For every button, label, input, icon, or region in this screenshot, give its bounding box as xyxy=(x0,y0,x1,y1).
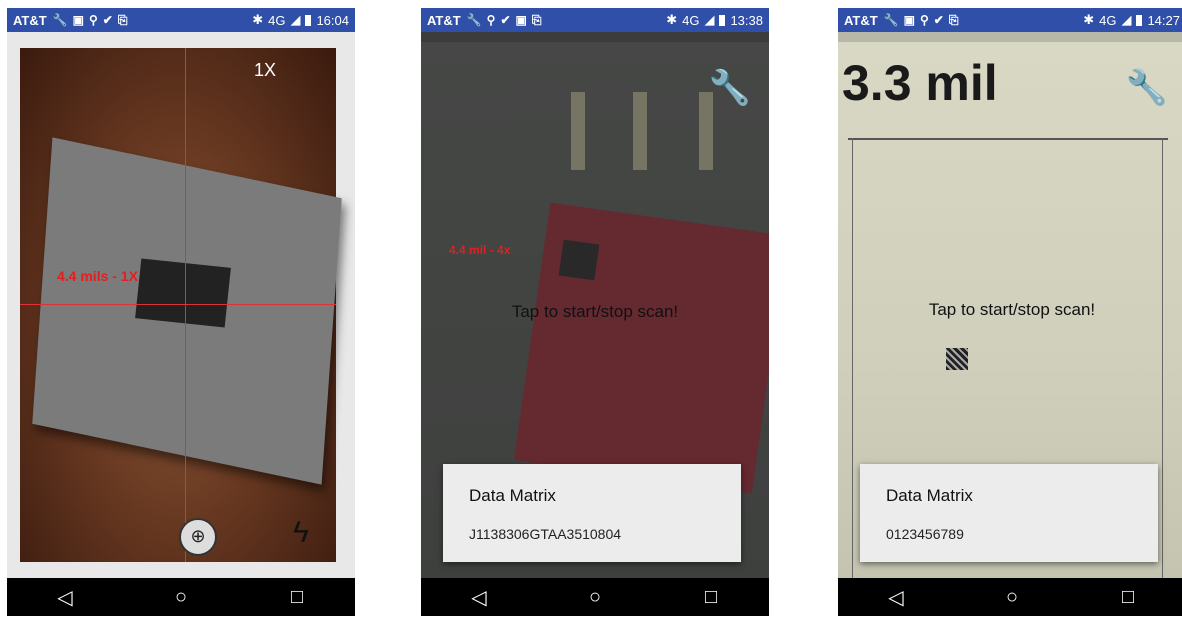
measurement-label: 4.4 mil - 4x xyxy=(449,243,511,257)
image-icon: ▣ xyxy=(903,12,915,27)
home-icon[interactable]: ○ xyxy=(565,586,625,609)
zoom-level-label: 1X xyxy=(254,60,277,80)
bluetooth-icon: ✱ xyxy=(1083,12,1095,27)
wrench-icon: 🔧 xyxy=(466,12,482,27)
ruler-line xyxy=(848,138,1168,140)
recent-apps-icon[interactable]: □ xyxy=(1098,586,1158,609)
status-bar: AT&T 🔧 ⚲ ✔ ▣ ⎘ ✱ 4G ◢ 13:38 xyxy=(421,8,769,32)
result-value: 0123456789 xyxy=(886,526,964,542)
phone-screen-3: AT&T 🔧 ▣ ⚲ ✔ ⎘ ✱ 4G ◢ 14:27 3.3 mil 🔧 Ta… xyxy=(838,8,1182,616)
settings-wrench-icon[interactable]: 🔧 xyxy=(1126,68,1168,108)
carrier-label: AT&T xyxy=(844,12,878,28)
crosshair-horizontal xyxy=(20,304,336,305)
signal-icon: ◢ xyxy=(704,12,715,27)
back-icon[interactable]: ◁ xyxy=(866,585,926,610)
carrier-label: AT&T xyxy=(13,12,47,28)
ruler-line xyxy=(852,138,853,578)
phone-screen-2: AT&T 🔧 ⚲ ✔ ▣ ⎘ ✱ 4G ◢ 13:38 🔧 4.4 mil - … xyxy=(421,8,769,616)
crosshair-vertical xyxy=(185,48,186,562)
wrench-icon: 🔧 xyxy=(52,12,68,27)
battery-icon xyxy=(719,14,726,26)
recent-apps-icon[interactable]: □ xyxy=(681,586,741,609)
clock: 13:38 xyxy=(730,12,763,28)
home-icon[interactable]: ○ xyxy=(982,586,1042,609)
result-type: Data Matrix xyxy=(469,486,556,505)
battery-icon xyxy=(1136,14,1143,26)
back-icon[interactable]: ◁ xyxy=(449,585,509,610)
clipboard-icon: ⎘ xyxy=(531,12,542,27)
check-circle-icon: ✔ xyxy=(933,12,944,27)
camera-screen[interactable]: 1X 4.4 mils - 1X ⊕ ϟ xyxy=(7,32,355,578)
check-circle-icon: ✔ xyxy=(102,12,113,27)
wrench-icon: 🔧 xyxy=(883,12,899,27)
clock: 14:27 xyxy=(1147,12,1180,28)
camera-screen[interactable]: 3.3 mil 🔧 Tap to start/stop scan! Data M… xyxy=(838,32,1182,578)
carrier-label: AT&T xyxy=(427,12,461,28)
scan-hint: Tap to start/stop scan! xyxy=(928,300,1096,319)
settings-wrench-icon[interactable]: 🔧 xyxy=(709,68,751,108)
nav-bar: ◁ ○ □ xyxy=(7,578,355,616)
check-circle-icon: ✔ xyxy=(500,12,511,27)
scan-result-card[interactable]: Data Matrix J1138306GTAA3510804 xyxy=(443,464,741,562)
phone-screen-1: AT&T 🔧 ▣ ⚲ ✔ ⎘ ✱ 4G ◢ 16:04 1X 4.4 mils … xyxy=(7,8,355,616)
network-label: 4G xyxy=(268,12,286,28)
clipboard-icon: ⎘ xyxy=(117,12,128,27)
cpu-die xyxy=(135,258,231,328)
ruler-line xyxy=(1162,138,1163,578)
camera-screen[interactable]: 🔧 4.4 mil - 4x Tap to start/stop scan! D… xyxy=(421,32,769,578)
image-icon: ▣ xyxy=(515,12,527,27)
home-icon[interactable]: ○ xyxy=(151,586,211,609)
scan-hint: Tap to start/stop scan! xyxy=(511,302,679,321)
zoom-in-icon[interactable]: ⊕ xyxy=(179,518,217,556)
recent-apps-icon[interactable]: □ xyxy=(267,586,327,609)
result-value: J1138306GTAA3510804 xyxy=(469,526,622,542)
status-bar: AT&T 🔧 ▣ ⚲ ✔ ⎘ ✱ 4G ◢ 16:04 xyxy=(7,8,355,32)
clipboard-icon: ⎘ xyxy=(948,12,959,27)
nav-bar: ◁ ○ □ xyxy=(421,578,769,616)
nav-bar: ◁ ○ □ xyxy=(838,578,1182,616)
flash-icon[interactable]: ϟ xyxy=(293,516,309,550)
data-matrix-code xyxy=(946,348,968,370)
network-label: 4G xyxy=(1099,12,1117,28)
signal-icon: ◢ xyxy=(1121,12,1132,27)
search-icon: ⚲ xyxy=(89,12,98,27)
battery-icon xyxy=(305,14,312,26)
camera-preview[interactable] xyxy=(20,48,342,562)
result-type: Data Matrix xyxy=(886,486,973,505)
measurement-label: 4.4 mils - 1X xyxy=(57,268,138,284)
scan-result-card[interactable]: Data Matrix 0123456789 xyxy=(860,464,1158,562)
network-label: 4G xyxy=(682,12,700,28)
status-bar: AT&T 🔧 ▣ ⚲ ✔ ⎘ ✱ 4G ◢ 14:27 xyxy=(838,8,1182,32)
clock: 16:04 xyxy=(316,12,349,28)
back-icon[interactable]: ◁ xyxy=(35,585,95,610)
search-icon: ⚲ xyxy=(486,12,496,27)
search-icon: ⚲ xyxy=(920,12,929,27)
bluetooth-icon: ✱ xyxy=(666,12,678,27)
measurement-large-label: 3.3 mil xyxy=(842,55,998,111)
image-icon: ▣ xyxy=(72,12,84,27)
signal-icon: ◢ xyxy=(290,12,301,27)
bluetooth-icon: ✱ xyxy=(252,12,264,27)
